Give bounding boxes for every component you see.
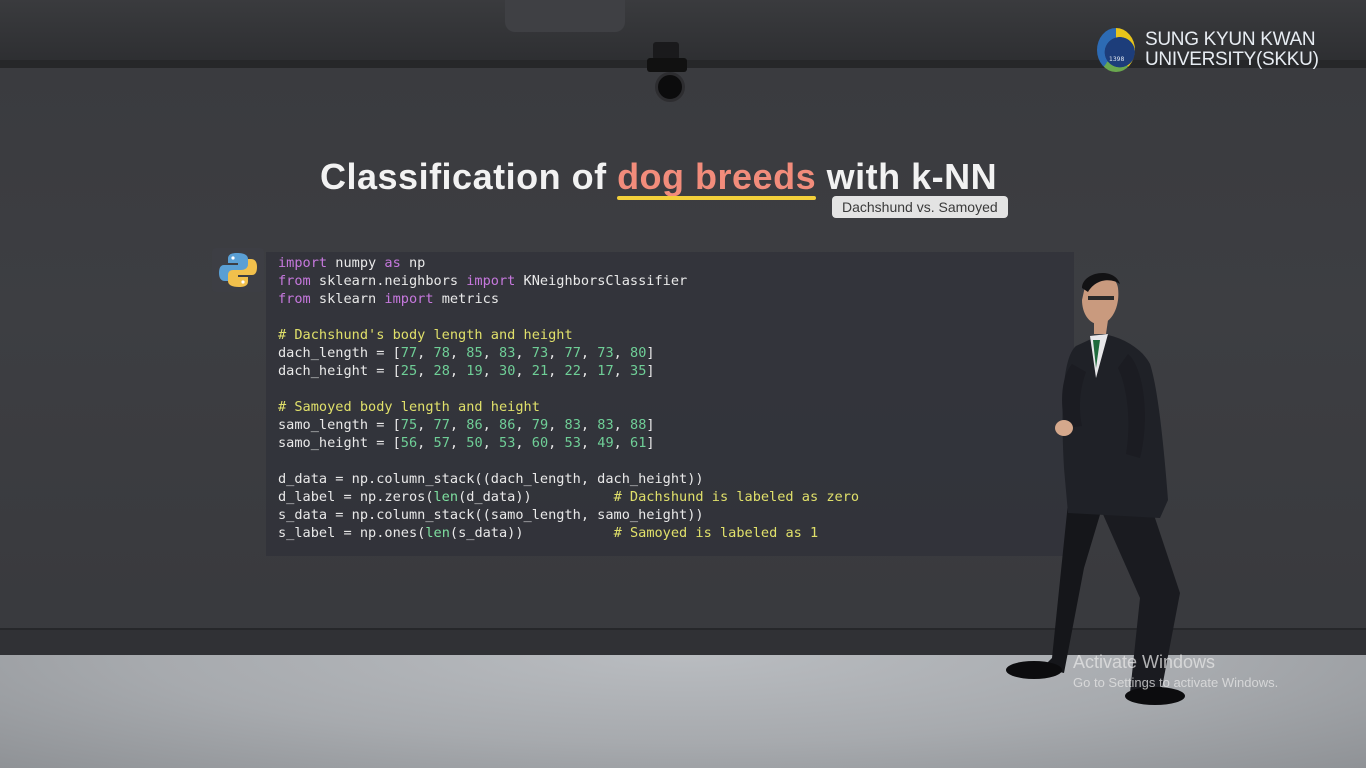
code-line: import numpy as np	[278, 255, 426, 271]
skku-emblem-icon: 1398	[1097, 26, 1139, 74]
presenter	[990, 268, 1200, 708]
code-block: import numpy as np from sklearn.neighbors…	[278, 254, 1074, 542]
code-line: # Samoyed body length and height	[278, 399, 540, 415]
code-line: d_label = np.zeros(len(d_data)) # Dachsh…	[278, 489, 860, 505]
camera-icon	[641, 42, 693, 102]
slide-title: Classification of dog breeds with k-NN	[320, 156, 998, 197]
code-line: dach_height = [25, 28, 19, 30, 21, 22, 1…	[278, 363, 655, 379]
code-line: s_data = np.column_stack((samo_length, s…	[278, 507, 704, 523]
code-line: samo_length = [75, 77, 86, 86, 79, 83, 8…	[278, 417, 655, 433]
watermark-title: Activate Windows	[1073, 652, 1216, 672]
slide-subtitle: Dachshund vs. Samoyed	[832, 196, 1008, 218]
code-panel: import numpy as np from sklearn.neighbors…	[266, 252, 1074, 556]
windows-activation-watermark: Activate Windows Go to Settings to activ…	[1073, 652, 1278, 690]
ceiling-panel	[505, 0, 625, 32]
code-line: samo_height = [56, 57, 50, 53, 60, 53, 4…	[278, 435, 655, 451]
code-line: from sklearn import metrics	[278, 291, 500, 307]
watermark-subtitle: Go to Settings to activate Windows.	[1073, 675, 1279, 690]
code-line: d_data = np.column_stack((dach_length, d…	[278, 471, 704, 487]
logo-line-2: UNIVERSITY(SKKU)	[1145, 49, 1319, 70]
logo-line-1: SUNG KYUN KWAN	[1145, 29, 1316, 50]
code-line: s_label = np.ones(len(s_data)) # Samoyed…	[278, 525, 819, 541]
title-highlight: dog breeds	[617, 156, 817, 197]
code-line: dach_length = [77, 78, 85, 83, 73, 77, 7…	[278, 345, 655, 361]
code-line: # Dachshund's body length and height	[278, 327, 573, 343]
python-icon	[212, 248, 264, 292]
code-line: from sklearn.neighbors import KNeighbors…	[278, 273, 688, 289]
university-logo: 1398 SUNG KYUN KWAN UNIVERSITY(SKKU)	[1097, 26, 1319, 74]
